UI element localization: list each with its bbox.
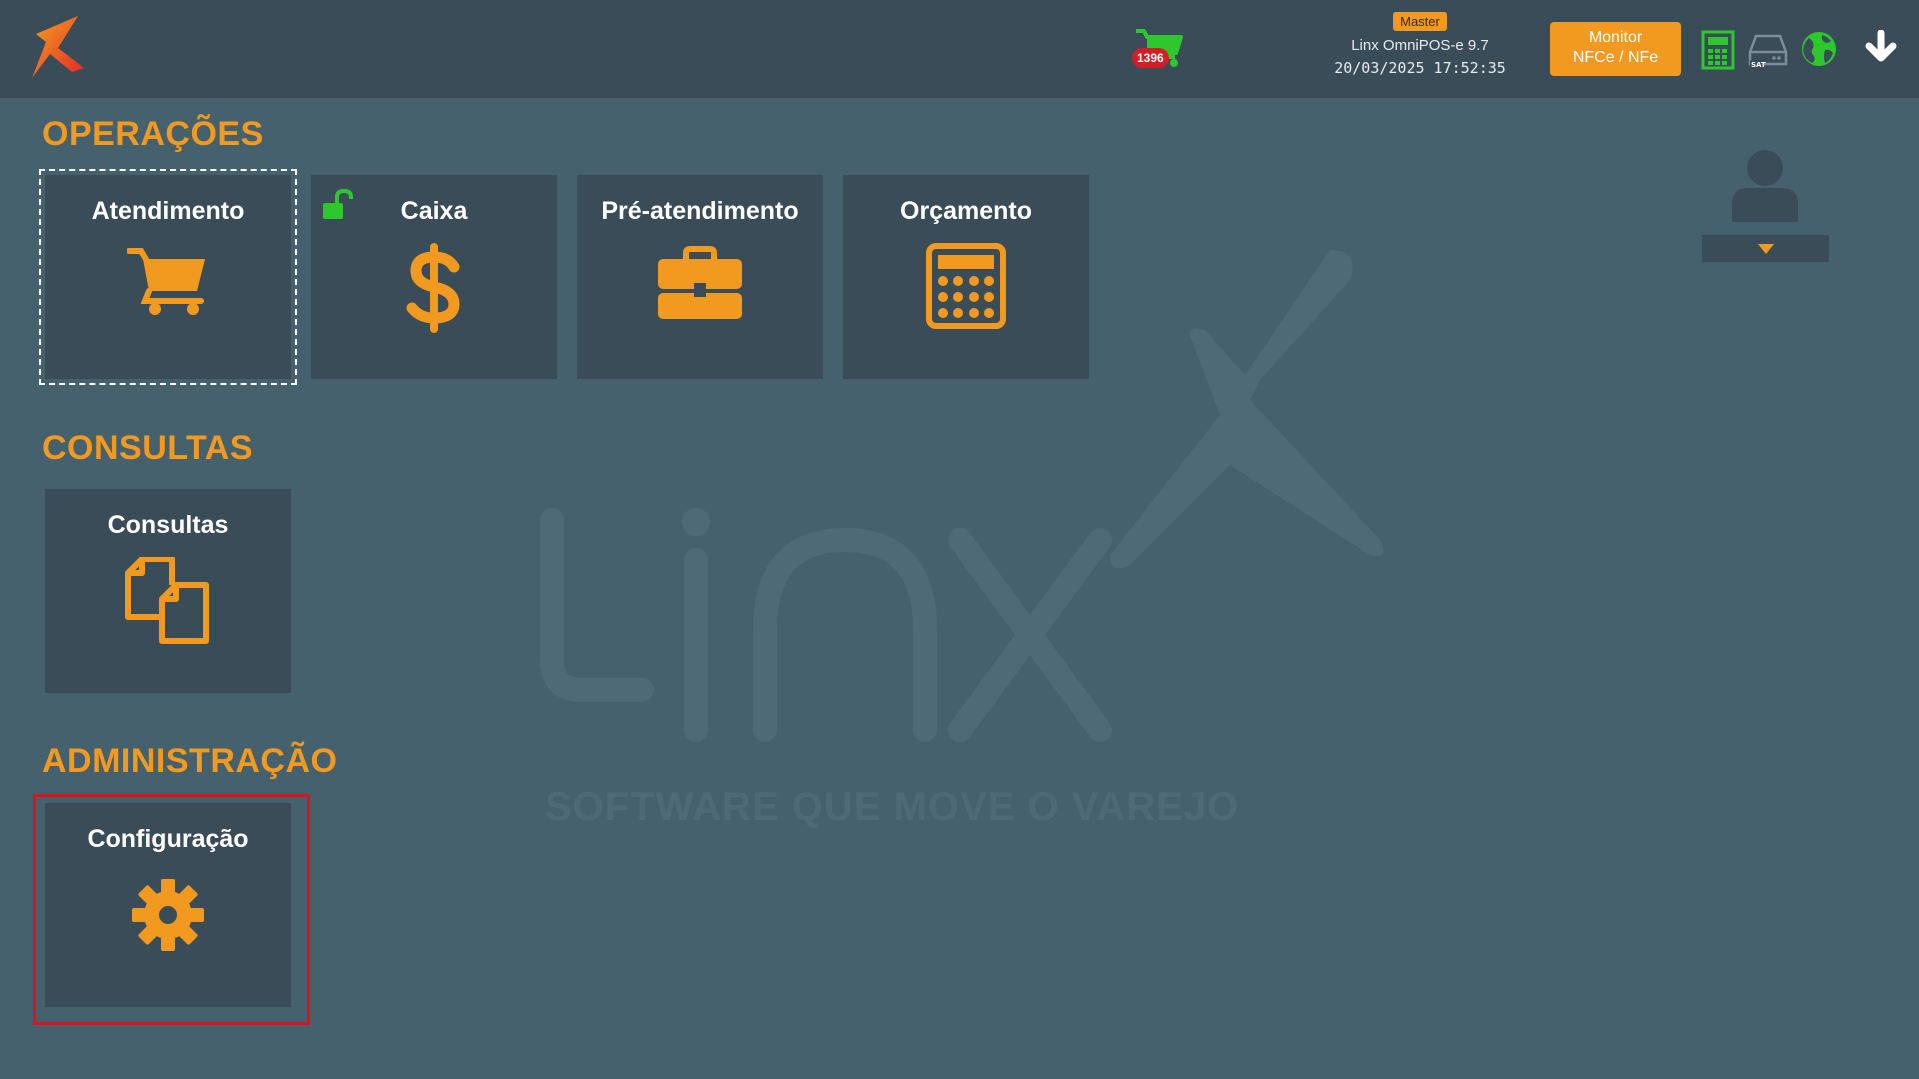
selection-highlight (33, 794, 310, 1025)
user-role-badge: Master (1393, 12, 1447, 31)
globe-icon[interactable] (1800, 30, 1838, 68)
tile-label: Orçamento (900, 197, 1032, 225)
tile-label: Pré-atendimento (601, 197, 799, 225)
logo-icon (32, 16, 84, 78)
shopping-cart-icon (127, 248, 205, 315)
cart-count-badge: 1396 (1132, 48, 1169, 68)
dollar-icon (406, 243, 460, 333)
tile-pre-atendimento[interactable]: Pré-atendimento (577, 175, 823, 379)
app-info: Master Linx OmniPOS-e 9.7 20/03/2025 17:… (1300, 12, 1540, 77)
download-icon[interactable] (1862, 30, 1900, 68)
documents-icon (125, 557, 209, 644)
tile-consultas[interactable]: Consultas (45, 489, 291, 693)
app-name: Linx OmniPOS-e 9.7 (1351, 37, 1489, 54)
user-avatar-icon[interactable] (1730, 148, 1800, 224)
cart-status[interactable]: 1396 (1132, 26, 1188, 74)
tile-label: Consultas (107, 511, 229, 539)
svg-text:SAT: SAT (1751, 61, 1766, 69)
briefcase-icon (658, 246, 742, 319)
monitor-button-line2: NFCe / NFe (1572, 49, 1659, 66)
top-bar: 1396 Master Linx OmniPOS-e 9.7 20/03/202… (0, 0, 1919, 98)
monitor-button-line1: Monitor (1588, 29, 1643, 46)
chevron-down-icon (1758, 244, 1774, 254)
fiscal-printer-icon[interactable] (1700, 30, 1736, 70)
tile-label: Atendimento (91, 197, 245, 225)
section-title-operacoes: OPERAÇÕES (42, 115, 264, 153)
user-dropdown[interactable] (1702, 235, 1829, 262)
watermark-tagline: SOFTWARE QUE MOVE O VAREJO (545, 785, 1239, 829)
section-title-consultas: CONSULTAS (42, 429, 254, 467)
datetime: 20/03/2025 17:52:35 (1334, 59, 1506, 77)
monitor-nfce-button[interactable]: Monitor NFCe / NFe (1550, 22, 1681, 76)
tile-atendimento[interactable]: Atendimento (39, 169, 297, 385)
section-title-administracao: ADMINISTRAÇÃO (42, 742, 338, 780)
unlocked-icon (323, 189, 353, 219)
tile-orcamento[interactable]: Orçamento (843, 175, 1089, 379)
sat-icon[interactable]: SAT (1748, 32, 1788, 70)
calculator-icon (926, 243, 1006, 329)
tile-caixa[interactable]: Caixa (311, 175, 557, 379)
